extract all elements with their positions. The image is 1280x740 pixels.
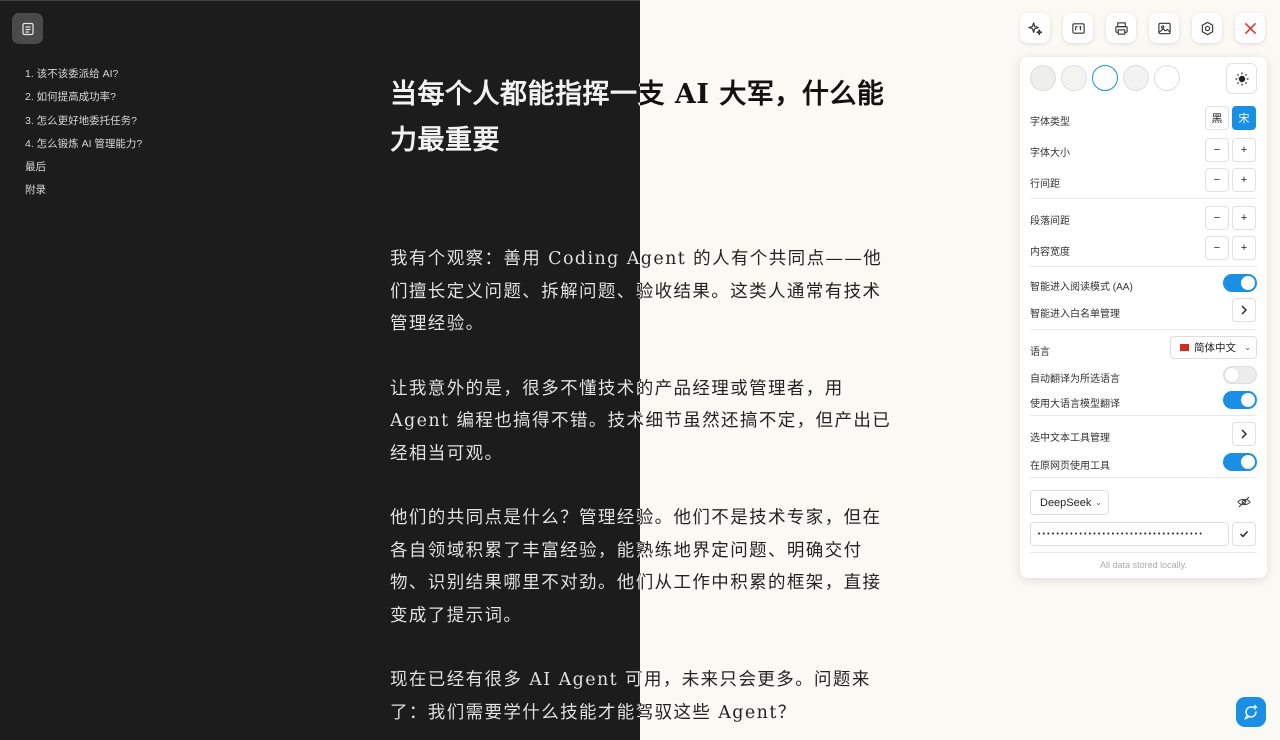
translate-button[interactable] <box>1063 13 1093 43</box>
divider <box>1030 552 1257 553</box>
auto-reader-toggle[interactable] <box>1223 274 1257 292</box>
print-button[interactable] <box>1106 13 1136 43</box>
font-sans-button[interactable]: 黑 <box>1205 106 1229 130</box>
theme-swatch[interactable] <box>1030 65 1056 91</box>
article-paragraph: 他们的共同点是什么？管理经验。他们不是技术专家，但在各自领域积累了丰富经验，能熟… <box>390 502 896 632</box>
settings-icon <box>1201 21 1213 35</box>
line-height-increase-button[interactable]: + <box>1232 168 1256 192</box>
divider <box>1030 198 1257 199</box>
line-height-label: 行间距 <box>1030 179 1060 190</box>
toc-item[interactable]: 2. 如何提高成功率? <box>25 86 142 109</box>
article-paragraph: 现在已经有很多 AI Agent 可用，未来只会更多。问题来了：我们需要学什么技… <box>390 664 896 729</box>
content-width-label: 内容宽度 <box>1030 247 1070 258</box>
font-size-increase-button[interactable]: + <box>1232 138 1256 162</box>
toc-toggle-button[interactable] <box>12 13 43 44</box>
paragraph-spacing-increase-button[interactable]: + <box>1232 206 1256 230</box>
eye-off-icon <box>1237 496 1251 508</box>
checkmark-icon <box>1240 531 1249 538</box>
sun-icon <box>1235 72 1248 85</box>
sparkles-icon <box>1027 21 1042 35</box>
chat-refresh-icon <box>1244 704 1258 720</box>
whitelist-open-button[interactable] <box>1232 298 1256 322</box>
china-flag-icon <box>1180 344 1189 351</box>
llm-translate-label: 使用大语言模型翻译 <box>1030 399 1120 410</box>
toc-item[interactable]: 最后 <box>25 156 142 179</box>
close-button[interactable] <box>1235 13 1265 43</box>
theme-swatch[interactable] <box>1061 65 1087 91</box>
article-paragraph: 让我意外的是，很多不懂技术的产品经理或管理者，用 Agent 编程也搞得不错。技… <box>390 373 896 471</box>
close-icon <box>1244 22 1256 34</box>
font-size-decrease-button[interactable]: − <box>1205 138 1229 162</box>
llm-translate-toggle[interactable] <box>1223 391 1257 409</box>
translate-icon <box>1071 22 1085 34</box>
print-icon <box>1114 21 1128 35</box>
toggle-knob <box>1225 368 1239 382</box>
ai-chat-button[interactable] <box>1236 697 1266 727</box>
line-height-decrease-button[interactable]: − <box>1205 168 1229 192</box>
use-tools-label: 在原网页使用工具 <box>1030 461 1110 472</box>
selection-tools-label: 选中文本工具管理 <box>1030 433 1110 444</box>
toggle-visibility-button[interactable] <box>1237 495 1251 514</box>
article-paragraph: 我有个观察：善用 Coding Agent 的人有个共同点——他们擅长定义问题、… <box>390 243 896 341</box>
content-width-increase-button[interactable]: + <box>1232 236 1256 260</box>
table-of-contents: 1. 该不该委派给 AI? 2. 如何提高成功率? 3. 怎么更好地委托任务? … <box>25 63 142 203</box>
toggle-knob <box>1241 393 1255 407</box>
ai-summary-button[interactable] <box>1020 13 1050 43</box>
theme-swatch[interactable] <box>1123 65 1149 91</box>
content-width-decrease-button[interactable]: − <box>1205 236 1229 260</box>
toc-item[interactable]: 3. 怎么更好地委托任务? <box>25 110 142 133</box>
chevron-down-icon: ⌄ <box>1095 498 1102 507</box>
auto-translate-label: 自动翻译为所选语言 <box>1030 374 1120 385</box>
save-image-button[interactable] <box>1149 13 1179 43</box>
paragraph-spacing-label: 段落间距 <box>1030 216 1070 227</box>
article-title: 当每个人都能指挥一支 AI 大军，什么能力最重要 <box>390 72 896 164</box>
use-tools-toggle[interactable] <box>1223 453 1257 471</box>
settings-button[interactable] <box>1192 13 1222 43</box>
chevron-right-icon <box>1241 305 1247 315</box>
toggle-knob <box>1241 455 1255 469</box>
model-value: DeepSeek <box>1040 496 1092 509</box>
model-select[interactable]: DeepSeek ⌄ <box>1030 490 1109 515</box>
whitelist-label: 智能进入白名单管理 <box>1030 309 1120 320</box>
selection-tools-open-button[interactable] <box>1232 422 1256 446</box>
paragraph-spacing-decrease-button[interactable]: − <box>1205 206 1229 230</box>
reader-toolbar <box>1020 13 1265 43</box>
language-select[interactable]: 简体中文 ⌄ <box>1170 336 1257 359</box>
font-serif-button[interactable]: 宋 <box>1232 106 1256 130</box>
theme-mode-button[interactable] <box>1226 63 1257 94</box>
theme-swatch-selected[interactable] <box>1092 65 1118 91</box>
divider <box>1030 415 1257 416</box>
document-list-icon <box>21 22 34 35</box>
api-key-save-button[interactable] <box>1232 522 1256 546</box>
settings-panel: 字体类型 黑 宋 字体大小 − + 行间距 − + 段落间距 − + 内容宽度 … <box>1020 57 1267 578</box>
theme-swatch[interactable] <box>1154 65 1180 91</box>
font-size-label: 字体大小 <box>1030 148 1070 159</box>
toc-item[interactable]: 1. 该不该委派给 AI? <box>25 63 142 86</box>
article-content: 当每个人都能指挥一支 AI 大军，什么能力最重要 我有个观察：善用 Coding… <box>390 72 896 740</box>
language-value: 简体中文 <box>1194 342 1236 354</box>
chevron-right-icon <box>1241 429 1247 439</box>
font-type-label: 字体类型 <box>1030 117 1070 128</box>
toggle-knob <box>1241 276 1255 290</box>
auto-translate-toggle[interactable] <box>1223 366 1257 384</box>
toc-item[interactable]: 4. 怎么锻炼 AI 管理能力? <box>25 133 142 156</box>
api-key-input[interactable]: •••••••••••••••••••••••••••••••••••• <box>1030 522 1229 546</box>
image-icon <box>1157 22 1171 34</box>
theme-swatches <box>1030 65 1180 91</box>
divider <box>1030 266 1257 267</box>
toc-item[interactable]: 附录 <box>25 179 142 202</box>
auto-reader-label: 智能进入阅读模式 (AA) <box>1030 282 1133 293</box>
chevron-down-icon: ⌄ <box>1244 343 1251 352</box>
divider <box>1030 477 1257 478</box>
storage-note: All data stored locally. <box>1100 560 1187 570</box>
divider <box>1030 329 1257 330</box>
language-label: 语言 <box>1030 347 1050 358</box>
